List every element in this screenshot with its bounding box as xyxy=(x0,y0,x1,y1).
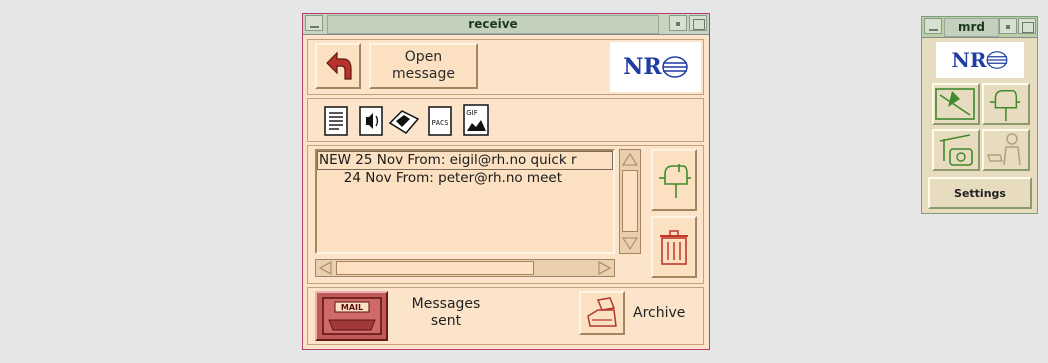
message-row[interactable]: 24 Nov From: peter@rh.no meet xyxy=(317,170,613,187)
title-bar[interactable]: receive xyxy=(303,14,709,35)
status-bar: MAIL Messages sent Archive xyxy=(307,287,704,345)
message-list[interactable]: NEW 25 Nov From: eigil@rh.no quick r 24 … xyxy=(315,149,615,254)
message-row[interactable]: NEW 25 Nov From: eigil@rh.no quick r xyxy=(317,151,613,170)
open-message-button[interactable]: Open message xyxy=(369,43,478,89)
message-area: NEW 25 Nov From: eigil@rh.no quick r 24 … xyxy=(307,145,704,284)
horizontal-scroll-thumb[interactable] xyxy=(336,261,534,275)
back-button[interactable] xyxy=(315,43,361,89)
mrd-window: mrd NR Settings xyxy=(921,16,1038,214)
messages-status-line2: sent xyxy=(430,313,462,329)
trash-icon xyxy=(660,230,688,265)
mailbox-button[interactable] xyxy=(651,149,697,211)
scroll-up-icon[interactable] xyxy=(622,152,638,166)
scroll-right-icon[interactable] xyxy=(598,261,612,275)
vertical-scrollbar[interactable] xyxy=(619,149,641,254)
title-bar[interactable]: mrd xyxy=(922,17,1037,38)
scroll-left-icon[interactable] xyxy=(318,261,332,275)
mail-label: MAIL xyxy=(340,303,362,312)
window-title: mrd xyxy=(944,18,999,37)
messages-status-label: Messages sent xyxy=(396,296,496,330)
maximize-button[interactable] xyxy=(1018,18,1036,34)
audio-icon[interactable] xyxy=(358,105,386,137)
archive-icon xyxy=(587,297,617,327)
text-document-icon[interactable] xyxy=(323,105,351,137)
vertical-scroll-thumb[interactable] xyxy=(622,170,638,232)
window-menu-button[interactable] xyxy=(924,18,942,34)
mailbox-icon xyxy=(989,89,1021,122)
globe-icon xyxy=(661,56,688,78)
compose-button[interactable] xyxy=(932,83,980,125)
mailbox-icon xyxy=(659,164,691,198)
window-title: receive xyxy=(327,15,659,34)
toolbar: Open message NR xyxy=(307,39,704,95)
phone-button[interactable] xyxy=(932,129,980,171)
archive-label: Archive xyxy=(633,305,686,321)
gif-image-icon[interactable]: GIF xyxy=(462,103,492,137)
mail-icon: MAIL xyxy=(321,297,382,335)
pacs-label: PACS xyxy=(432,119,449,127)
gif-label: GIF xyxy=(466,109,478,117)
maximize-button[interactable] xyxy=(689,15,707,31)
write-letter-icon xyxy=(935,88,975,120)
scroll-down-icon[interactable] xyxy=(622,237,638,251)
settings-button[interactable]: Settings xyxy=(928,177,1032,209)
back-arrow-icon xyxy=(326,51,352,80)
messages-status-line1: Messages xyxy=(411,296,481,312)
nr-logo-text: NR xyxy=(951,48,987,72)
fax-icon[interactable] xyxy=(388,105,422,137)
attachment-bar: PACS GIF xyxy=(307,98,704,142)
mail-button[interactable]: MAIL xyxy=(315,291,388,341)
mailbox-button[interactable] xyxy=(982,83,1030,125)
person-icon xyxy=(987,133,1021,166)
window-menu-button[interactable] xyxy=(305,15,323,31)
receive-window: receive Open message NR PACS GIF NEW 25 … xyxy=(302,13,710,350)
nr-logo-text: NR xyxy=(623,54,662,80)
telephone-icon xyxy=(939,134,973,166)
archive-button[interactable] xyxy=(579,291,625,335)
nr-logo: NR xyxy=(936,42,1024,78)
globe-icon xyxy=(987,51,1008,69)
delete-button[interactable] xyxy=(651,216,697,278)
pacs-icon[interactable]: PACS xyxy=(427,105,455,137)
minimize-button[interactable] xyxy=(999,18,1017,34)
minimize-button[interactable] xyxy=(669,15,687,31)
person-button[interactable] xyxy=(982,129,1030,171)
horizontal-scrollbar[interactable] xyxy=(315,259,615,277)
nr-logo: NR xyxy=(610,42,701,92)
